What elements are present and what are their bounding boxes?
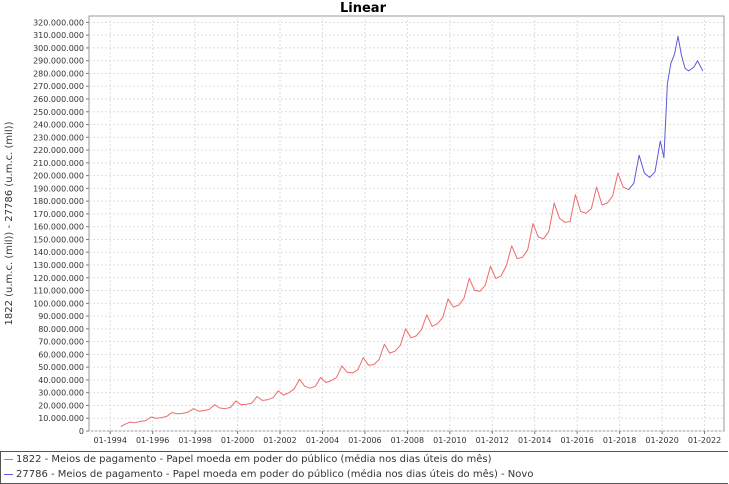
x-tick-label: 01-2000 — [221, 436, 254, 445]
y-tick-label: 110.000.000 — [33, 287, 84, 296]
y-tick-label: 140.000.000 — [33, 248, 84, 257]
y-tick-label: 130.000.000 — [33, 261, 84, 270]
legend-label-27786: 27786 - Meios de pagamento - Papel moeda… — [16, 469, 534, 480]
y-tick-label: 210.000.000 — [33, 159, 84, 168]
x-tick-label: 01-2008 — [391, 436, 424, 445]
y-tick-label: 320.000.000 — [33, 18, 84, 27]
y-axis-label: 1822 (u.m.c. (mil)) - 27786 (u.m.c. (mil… — [4, 121, 15, 325]
y-tick-label: 120.000.000 — [33, 274, 84, 283]
y-tick-label: 230.000.000 — [33, 133, 84, 142]
y-tick-label: 30.000.000 — [38, 389, 84, 398]
x-tick-label: 01-2022 — [688, 436, 721, 445]
line-chart: Linear 0 10.000.000 20.000.000 30.000.000 40… — [4, 1, 725, 445]
x-tick-label: 01-2012 — [476, 436, 509, 445]
y-tick-label: 240.000.000 — [33, 121, 84, 130]
y-tick-label: 290.000.000 — [33, 57, 84, 66]
y-tick-label: 300.000.000 — [33, 44, 84, 53]
plot-area — [88, 15, 725, 432]
legend: 1822 - Meios de pagamento - Papel moeda … — [0, 451, 728, 484]
x-tick-label: 01-2006 — [348, 436, 381, 445]
x-tick-label: 01-2010 — [433, 436, 466, 445]
x-tick-label: 01-1994 — [94, 436, 127, 445]
legend-swatch-27786 — [4, 473, 13, 475]
y-tick-label: 60.000.000 — [38, 350, 84, 359]
x-tick-label: 01-2018 — [603, 436, 636, 445]
y-tick-label: 170.000.000 — [33, 210, 84, 219]
y-tick-label: 10.000.000 — [38, 414, 84, 423]
y-tick-label: 280.000.000 — [33, 69, 84, 78]
y-tick-label: 160.000.000 — [33, 223, 84, 232]
y-tick-label: 20.000.000 — [38, 401, 84, 410]
y-tick-label: 0 — [79, 427, 84, 436]
chart-title: Linear — [340, 1, 387, 16]
y-tick-label: 70.000.000 — [38, 338, 84, 347]
legend-label-1822: 1822 - Meios de pagamento - Papel moeda … — [16, 454, 492, 465]
y-tick-label: 270.000.000 — [33, 82, 84, 91]
y-tick-label: 50.000.000 — [38, 363, 84, 372]
x-tick-label: 01-2002 — [263, 436, 296, 445]
y-tick-label: 180.000.000 — [33, 197, 84, 206]
y-tick-label: 80.000.000 — [38, 325, 84, 334]
y-tick-label: 260.000.000 — [33, 95, 84, 104]
y-tick-label: 200.000.000 — [33, 172, 84, 181]
y-tick-label: 40.000.000 — [38, 376, 84, 385]
x-tick-label: 01-2004 — [306, 436, 339, 445]
legend-item-1822: 1822 - Meios de pagamento - Papel moeda … — [4, 453, 491, 467]
legend-item-27786: 27786 - Meios de pagamento - Papel moeda… — [4, 468, 533, 482]
y-tick-label: 150.000.000 — [33, 235, 84, 244]
x-tick-label: 01-2014 — [518, 436, 551, 445]
y-tick-label: 220.000.000 — [33, 146, 84, 155]
x-tick-label: 01-1998 — [178, 436, 211, 445]
y-tick-label: 250.000.000 — [33, 108, 84, 117]
y-tick-label: 190.000.000 — [33, 184, 84, 193]
x-tick-label: 01-2016 — [560, 436, 593, 445]
legend-swatch-1822 — [4, 458, 13, 460]
y-tick-label: 90.000.000 — [38, 312, 84, 321]
y-tick-label: 100.000.000 — [33, 299, 84, 308]
x-tick-label: 01-1996 — [136, 436, 169, 445]
x-tick-label: 01-2020 — [645, 436, 678, 445]
y-tick-label: 310.000.000 — [33, 31, 84, 40]
